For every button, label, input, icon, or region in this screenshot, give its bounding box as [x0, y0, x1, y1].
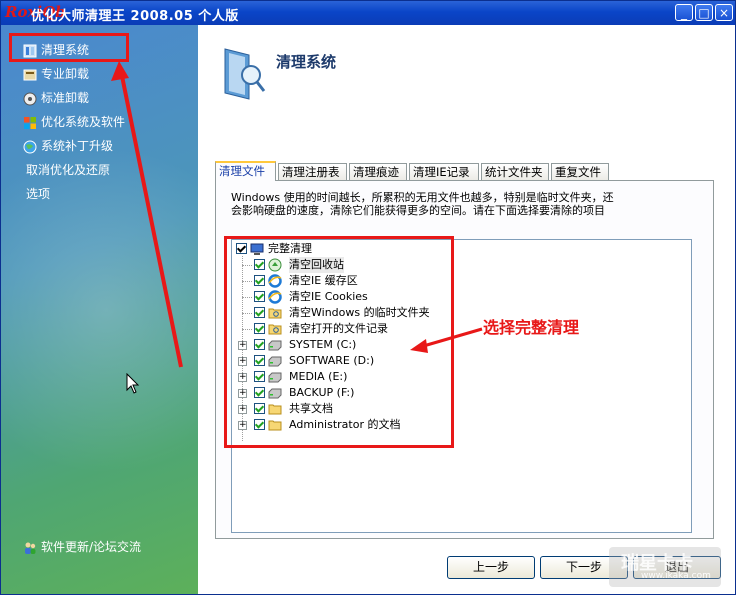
- globe-icon: [23, 140, 37, 153]
- tab-clean-files[interactable]: 清理文件: [215, 161, 276, 181]
- title-bar[interactable]: RoxiQb 优化大师清理王 2008.05 个人版 _ □ ×: [1, 1, 735, 25]
- sidebar-item-patch-upgrade[interactable]: 系统补丁升级: [23, 137, 113, 155]
- minimize-button[interactable]: _: [675, 4, 693, 21]
- annotation-text: 选择完整清理: [483, 318, 580, 337]
- users-icon: [25, 542, 36, 554]
- tab-stat-folder[interactable]: 统计文件夹: [481, 163, 549, 180]
- annotation-arrow: [410, 327, 483, 353]
- description-line: Windows 使用的时间越长，所累积的无用文件也越多，特别是临时文件夹，还: [231, 191, 614, 204]
- sidebar-item-pro-uninstall[interactable]: 专业卸载: [23, 65, 89, 83]
- sidebar-item-label: 专业卸载: [41, 67, 90, 81]
- highlight-box: [9, 33, 129, 62]
- tab-clean-ie[interactable]: 清理IE记录: [409, 163, 479, 180]
- windows-flag-icon: [24, 116, 36, 129]
- tab-duplicate-files[interactable]: 重复文件: [551, 163, 609, 180]
- maximize-button[interactable]: □: [695, 4, 713, 21]
- close-button[interactable]: ×: [715, 4, 733, 21]
- uninstall-icon: [23, 69, 37, 80]
- window-title: 优化大师清理王 2008.05 个人版: [31, 9, 239, 24]
- page-title: 清理系统: [276, 53, 337, 71]
- sidebar-item-std-uninstall[interactable]: 标准卸载: [23, 89, 89, 107]
- mouse-cursor-icon: [126, 373, 140, 394]
- sidebar-item-update-forum[interactable]: 软件更新/论坛交流: [23, 538, 141, 556]
- prev-button[interactable]: 上一步: [447, 556, 535, 579]
- description-line: 会影响硬盘的速度，清除它们能获得更多的空间。请在下面选择要清除的项目: [231, 204, 605, 217]
- watermark-logo: 瑞星卡卡 www.ikaka.com: [601, 541, 731, 591]
- description-text: Windows 使用的时间越长，所累积的无用文件也越多，特别是临时文件夹，还 会…: [231, 191, 661, 217]
- sidebar-item-options[interactable]: 选项: [26, 185, 50, 203]
- pointer-arrow: [111, 61, 183, 368]
- tab-clean-traces[interactable]: 清理痕迹: [349, 163, 407, 180]
- cd-icon: [23, 92, 37, 105]
- sidebar-item-label: 软件更新/论坛交流: [41, 540, 142, 554]
- clean-system-icon: [224, 48, 266, 100]
- tab-clean-registry[interactable]: 清理注册表: [278, 163, 347, 180]
- sidebar-item-label: 标准卸载: [41, 91, 90, 105]
- watermark-url: www.ikaka.com: [641, 571, 711, 581]
- sidebar-item-undo-restore[interactable]: 取消优化及还原: [26, 161, 110, 179]
- app-window: RoxiQb 优化大师清理王 2008.05 个人版 _ □ × 清理系统 专业…: [0, 0, 736, 595]
